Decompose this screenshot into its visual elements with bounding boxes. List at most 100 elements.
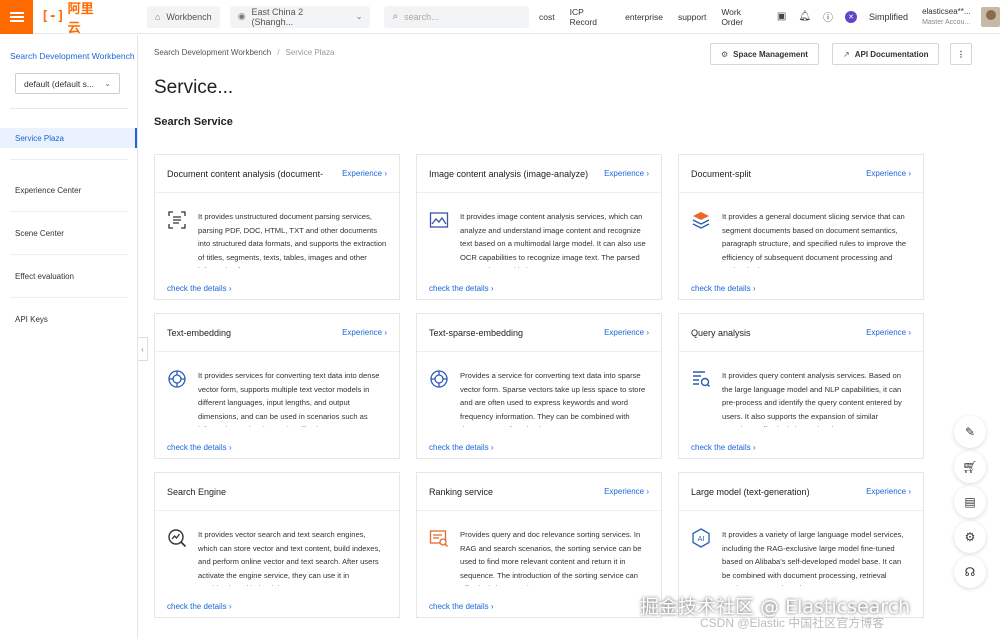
card-description: It provides vector search and text searc… <box>198 530 381 586</box>
sidebar-item-label: Scene Center <box>15 228 64 238</box>
search-engine-icon <box>168 529 187 548</box>
floating-toolbar: ✎ 🛒︎ ▤ ⚙ ☊ <box>954 416 986 591</box>
card-title: Query analysis <box>691 327 751 338</box>
breadcrumb-separator: / <box>277 48 280 57</box>
document-icon[interactable]: ▤ <box>954 486 986 518</box>
api-documentation-label: API Documentation <box>854 49 929 59</box>
sidebar-item-api-keys[interactable]: API Keys <box>0 309 137 329</box>
breadcrumb: Search Development Workbench / Service Pla… <box>154 48 334 57</box>
workbench-label: Workbench <box>166 11 212 22</box>
location-icon: ◉ <box>237 11 246 21</box>
gear-icon: ⚙ <box>721 49 729 59</box>
experience-link[interactable]: Experience › <box>604 328 649 337</box>
experience-link[interactable]: Experience › <box>866 487 911 496</box>
service-card: Text-sparse-embedding Experience › Provid… <box>416 313 662 459</box>
watermark-csdn: CSDN @Elastic 中国社区官方博客 <box>700 616 885 630</box>
search-icon: ⌕ <box>392 11 399 22</box>
nav-link-support[interactable]: support <box>678 12 706 22</box>
query-analysis-icon <box>693 371 710 387</box>
card-description: Provides a service for converting text d… <box>460 371 646 427</box>
settings-icon[interactable]: ⚙ <box>954 521 986 553</box>
card-description: It provides a general document slicing s… <box>722 212 907 268</box>
workspace-select[interactable]: default (default s... ⌄ <box>15 73 120 94</box>
ai-model-icon: AI <box>692 528 710 548</box>
hamburger-icon <box>9 11 24 22</box>
service-card: Document content analysis (document- Expe… <box>154 154 400 300</box>
experience-link[interactable]: Experience › <box>604 169 649 178</box>
external-link-icon: ↗ <box>843 49 850 59</box>
sidebar-item-label: Service Plaza <box>15 133 64 143</box>
assistant-icon[interactable]: ✕ <box>845 10 858 23</box>
sidebar-item-label: Experience Center <box>15 185 82 195</box>
avatar[interactable] <box>980 6 1000 27</box>
brand-logo[interactable]: [-] 阿里云 <box>41 0 105 36</box>
nav-link-work-order[interactable]: Work Order <box>721 7 762 27</box>
card-title: Document content analysis (document- <box>167 168 324 179</box>
card-title: Document-split <box>691 168 752 179</box>
account-role: Master Accou... <box>922 18 971 26</box>
check-details-link[interactable]: check the details › <box>429 443 493 452</box>
region-label: East China 2 (Shangh... <box>251 6 304 27</box>
space-management-button[interactable]: ⚙ Space Management <box>710 43 819 65</box>
region-selector[interactable]: ◉ East China 2 (Shangh... ⌄ <box>229 5 371 28</box>
experience-link[interactable]: Experience › <box>604 487 649 496</box>
ranking-icon <box>429 530 448 547</box>
check-details-link[interactable]: check the details › <box>167 443 231 452</box>
menu-button[interactable] <box>0 0 34 34</box>
experience-link[interactable]: Experience › <box>342 328 387 337</box>
check-details-link[interactable]: check the details › <box>429 602 493 611</box>
check-details-link[interactable]: check the details › <box>691 284 755 293</box>
headset-icon[interactable]: ☊ <box>954 556 986 588</box>
nav-link-icp-record[interactable]: ICP Record <box>570 7 611 27</box>
check-details-link[interactable]: check the details › <box>691 443 755 452</box>
card-description: It provides services for converting text… <box>198 371 380 427</box>
home-icon: ⌂ <box>154 11 161 22</box>
experience-link[interactable]: Experience › <box>342 169 387 178</box>
language-selector[interactable]: Simplified <box>869 12 908 22</box>
sidebar-item-experience-center[interactable]: Experience Center <box>0 180 137 200</box>
service-card: Image content analysis (image-analyze) Ex… <box>416 154 662 300</box>
edit-icon[interactable]: ✎ <box>954 416 986 448</box>
sidebar-item-effect-evaluation[interactable]: Effect evaluation <box>0 266 137 286</box>
account-menu[interactable]: elasticsea**... Master Accou... <box>922 6 970 28</box>
experience-link[interactable]: Experience › <box>866 328 911 337</box>
nav-link-cost[interactable]: cost <box>539 12 555 22</box>
chevron-down-icon: ⌄ <box>104 79 111 88</box>
service-card: Search Engine It provides vector search … <box>154 472 400 618</box>
bell-icon[interactable]: 🔔︎ <box>798 11 811 22</box>
svg-text:AI: AI <box>698 535 705 543</box>
cart-icon[interactable]: 🛒︎ <box>954 451 986 483</box>
embedding-icon <box>168 370 186 388</box>
search-placeholder: search... <box>404 11 439 22</box>
workbench-button[interactable]: ⌂ Workbench <box>146 5 220 28</box>
sidebar-item-service-plaza[interactable]: Service Plaza <box>0 128 137 148</box>
service-card: Document-split Experience › It provides a… <box>678 154 924 300</box>
chevron-down-icon: ⌄ <box>355 12 363 21</box>
sidebar-item-scene-center[interactable]: Scene Center <box>0 223 137 243</box>
card-title: Ranking service <box>429 486 494 497</box>
top-icons: ▣ 🔔︎ ⓘ ✕ <box>777 9 869 24</box>
card-description: It provides a variety of large language … <box>722 530 904 586</box>
top-nav-links: cost ICP Record enterprise support Work … <box>539 7 777 27</box>
api-documentation-button[interactable]: ↗ API Documentation <box>832 43 940 65</box>
check-details-link[interactable]: check the details › <box>167 602 231 611</box>
help-icon[interactable]: ⓘ <box>823 9 833 24</box>
main-content: Search Development Workbench / Service Pla… <box>138 35 1000 639</box>
card-title: Search Engine <box>167 486 227 497</box>
section-title: Search Service <box>154 116 233 128</box>
card-title: Large model (text-generation) <box>691 486 810 497</box>
experience-link[interactable]: Experience › <box>866 169 911 178</box>
more-options-button[interactable]: ⋮ <box>950 43 972 65</box>
search-input[interactable]: ⌕ search... <box>384 5 529 28</box>
screen-icon[interactable]: ▣ <box>777 11 786 22</box>
check-details-link[interactable]: check the details › <box>429 284 493 293</box>
card-description: It provides unstructured document parsin… <box>198 212 387 268</box>
sidebar-title[interactable]: Search Development Workbench <box>0 35 137 61</box>
top-bar: [-] 阿里云 ⌂ Workbench ◉ East China 2 (Shan… <box>0 0 1000 36</box>
breadcrumb-item-current: Service Plaza <box>285 48 335 57</box>
brand-name: 阿里云 <box>67 0 94 35</box>
check-details-link[interactable]: check the details › <box>167 284 231 293</box>
nav-link-enterprise[interactable]: enterprise <box>625 12 663 22</box>
sidebar: Search Development Workbench default (de… <box>0 35 138 639</box>
breadcrumb-item-workbench[interactable]: Search Development Workbench <box>154 48 271 57</box>
